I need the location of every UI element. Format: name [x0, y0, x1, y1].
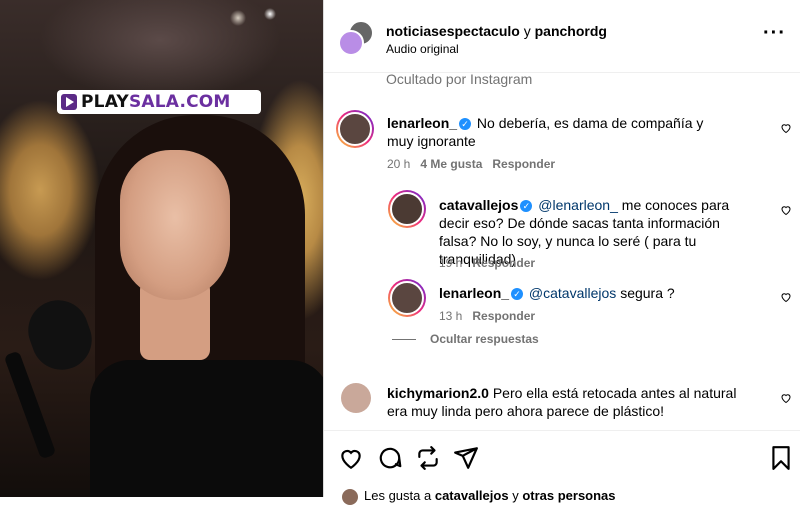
- mention-link[interactable]: @catavallejos: [529, 285, 616, 301]
- comment-meta: 19 h Responder: [439, 256, 535, 270]
- watermark-right: SALA.COM: [128, 92, 231, 112]
- comment-time: 19 h: [439, 256, 463, 270]
- avatar[interactable]: [388, 279, 426, 317]
- collab-avatars[interactable]: [338, 20, 374, 56]
- comment-user[interactable]: catavallejos: [439, 197, 518, 213]
- reply-button[interactable]: Responder: [472, 256, 535, 270]
- author-link[interactable]: panchordg: [535, 23, 607, 39]
- comment-text: kichymarion2.0 Pero ella está retocada a…: [387, 384, 737, 420]
- comment-user[interactable]: lenarleon_: [387, 115, 457, 131]
- bookmark-icon[interactable]: [768, 445, 794, 471]
- watermark-left: PLAY: [81, 92, 129, 112]
- hidden-by-instagram: Ocultado por Instagram: [386, 71, 533, 87]
- hide-replies-button[interactable]: Ocultar respuestas: [392, 332, 539, 346]
- woman-outfit: [90, 360, 323, 497]
- likes-prefix: Les gusta a: [364, 488, 432, 503]
- verified-icon: ✓: [520, 200, 533, 213]
- comment-likes[interactable]: 4 Me gusta: [420, 157, 482, 171]
- woman-face: [120, 150, 230, 300]
- heart-icon[interactable]: [338, 445, 364, 471]
- comment-text: lenarleon_ ✓ @catavallejos segura ?: [439, 284, 759, 302]
- likes-user[interactable]: catavallejos: [435, 488, 509, 503]
- comment-time: 20 h: [387, 157, 411, 171]
- comment-icon[interactable]: [377, 445, 403, 471]
- comment-time: 13 h: [439, 309, 463, 323]
- comment-text: lenarleon_ ✓ No debería, es dama de compa…: [387, 114, 727, 150]
- author-conj: y: [523, 23, 531, 39]
- heart-icon[interactable]: [780, 204, 792, 216]
- heart-icon[interactable]: [780, 392, 792, 404]
- avatar[interactable]: [336, 110, 374, 148]
- comment-body: segura ?: [620, 285, 675, 301]
- verified-icon: ✓: [511, 288, 524, 301]
- repost-icon[interactable]: [415, 445, 441, 471]
- mention-link[interactable]: @lenarleon_: [538, 197, 618, 213]
- likes-others[interactable]: otras personas: [522, 488, 615, 503]
- reply-button[interactable]: Responder: [472, 309, 535, 323]
- play-logo-icon: [61, 94, 77, 110]
- post-header: noticiasespectaculo y panchordg Audio or…: [324, 0, 800, 73]
- comments-panel: noticiasespectaculo y panchordg Audio or…: [323, 0, 800, 505]
- comment-meta: 20 h 4 Me gusta Responder: [387, 157, 555, 171]
- playsala-watermark: PLAY SALA.COM: [57, 90, 261, 114]
- more-icon[interactable]: ···: [763, 23, 786, 43]
- action-bar: Les gusta a catavallejos y otras persona…: [324, 430, 800, 505]
- verified-icon: ✓: [459, 118, 472, 131]
- share-icon[interactable]: [453, 445, 479, 471]
- likes-conj: y: [512, 488, 519, 503]
- author-link[interactable]: noticiasespectaculo: [386, 23, 520, 39]
- comment-user[interactable]: lenarleon_: [439, 285, 509, 301]
- author-names: noticiasespectaculo y panchordg: [386, 23, 607, 39]
- avatar[interactable]: [341, 383, 371, 413]
- audio-label[interactable]: Audio original: [386, 42, 459, 56]
- comment-meta: 13 h Responder: [439, 309, 535, 323]
- heart-icon[interactable]: [780, 122, 792, 134]
- reel-video[interactable]: PLAY SALA.COM: [0, 0, 323, 497]
- avatar[interactable]: [388, 190, 426, 228]
- likes-summary: Les gusta a catavallejos y otras persona…: [342, 488, 616, 505]
- avatar: [338, 30, 364, 56]
- comment-user[interactable]: kichymarion2.0: [387, 385, 489, 401]
- heart-icon[interactable]: [780, 291, 792, 303]
- reply-button[interactable]: Responder: [492, 157, 555, 171]
